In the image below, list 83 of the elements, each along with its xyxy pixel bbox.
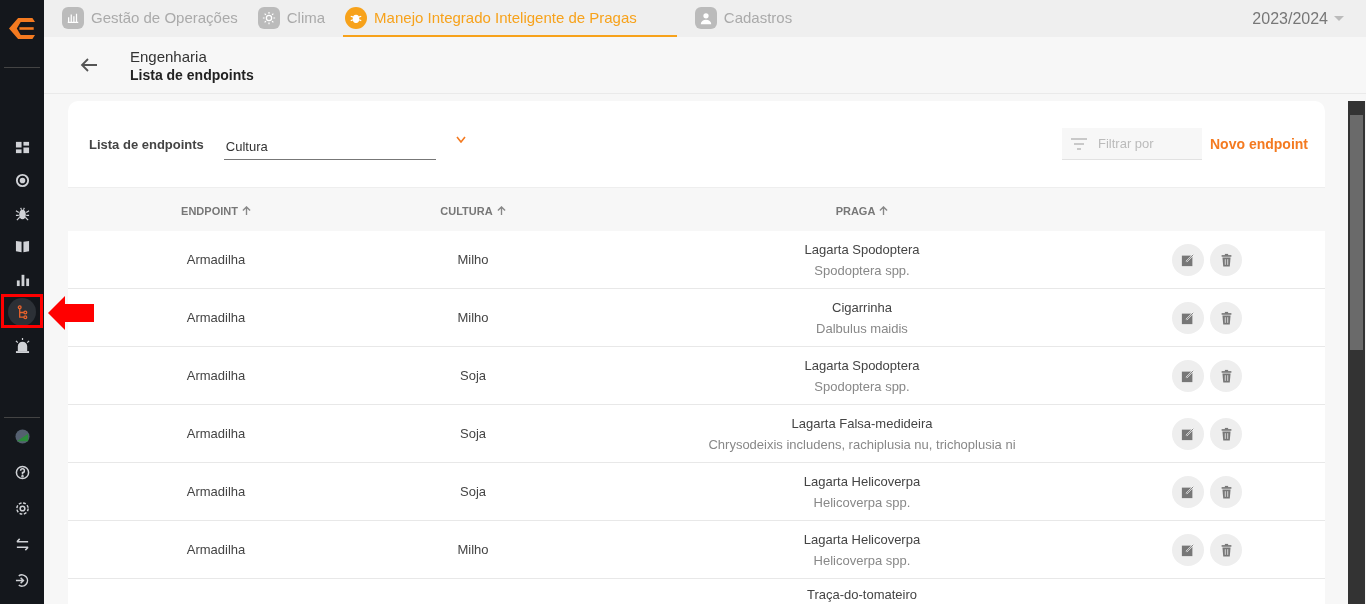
table-cell: Soja bbox=[460, 484, 486, 499]
table-cell: Armadilha bbox=[186, 368, 246, 383]
highlight-frame bbox=[1, 294, 43, 328]
dashboard-icon bbox=[14, 139, 30, 155]
edit-button[interactable] bbox=[1172, 475, 1204, 508]
table-cell: Soja bbox=[460, 426, 486, 441]
pointer-arrow bbox=[48, 296, 94, 330]
table-cell: Soja bbox=[460, 368, 486, 383]
table-cell: Milho bbox=[457, 310, 489, 325]
edit-button[interactable] bbox=[1172, 533, 1204, 566]
culture-select[interactable]: Cultura bbox=[223, 132, 436, 160]
column-header[interactable]: ENDPOINT bbox=[181, 204, 251, 217]
delete-button[interactable] bbox=[1210, 533, 1242, 566]
alarm-icon bbox=[14, 337, 30, 353]
trash-icon bbox=[1219, 484, 1233, 499]
signal-icon bbox=[14, 172, 30, 188]
pest-name: Lagarta Spodoptera bbox=[804, 357, 920, 373]
trash-icon bbox=[1219, 542, 1233, 557]
pest-species: Dalbulus maidis bbox=[816, 320, 908, 336]
trash-icon bbox=[1219, 426, 1233, 441]
edit-icon bbox=[1181, 252, 1195, 267]
table-cell: Armadilha bbox=[186, 426, 246, 441]
book-icon bbox=[14, 238, 30, 254]
module-tab[interactable]: Clima bbox=[255, 0, 328, 37]
bug-icon bbox=[14, 205, 30, 221]
edit-button[interactable] bbox=[1172, 301, 1204, 334]
season-select[interactable]: 2023/2024 bbox=[1252, 0, 1344, 37]
delete-button[interactable] bbox=[1210, 243, 1242, 276]
filter-icon bbox=[1071, 138, 1087, 150]
table-cell: Milho bbox=[457, 542, 489, 557]
pest-name: Traça-do-tomateiro bbox=[806, 587, 918, 602]
pest-species: Helicoverpa spp. bbox=[813, 552, 911, 568]
module-tab[interactable]: Gestão de Operações bbox=[60, 0, 240, 37]
column-header[interactable]: PRAGA bbox=[835, 204, 889, 217]
weather-module-icon bbox=[257, 6, 280, 29]
edit-icon bbox=[1181, 368, 1195, 383]
pest-name: Lagarta Falsa-medideira bbox=[791, 415, 933, 431]
table-cell: Armadilha bbox=[186, 484, 246, 499]
edit-icon bbox=[1181, 484, 1195, 499]
caret-icon bbox=[1334, 15, 1344, 22]
edit-button[interactable] bbox=[1172, 359, 1204, 392]
breadcrumb-parent[interactable]: Engenharia bbox=[130, 47, 254, 65]
sort-up-icon bbox=[496, 206, 506, 215]
logo-icon bbox=[9, 18, 35, 39]
scrollbar[interactable] bbox=[1348, 101, 1365, 604]
table-cell: Milho bbox=[457, 252, 489, 267]
filter-field[interactable]: Filtrar por bbox=[1062, 128, 1202, 160]
pest-species: Chrysodeixis includens, rachiplusia nu, trichoplusia ni bbox=[708, 436, 1016, 452]
sort-up-icon bbox=[241, 206, 251, 215]
pest-name: Lagarta Helicoverpa bbox=[803, 531, 921, 547]
edit-icon bbox=[1181, 542, 1195, 557]
pest-name: Lagarta Spodoptera bbox=[804, 241, 920, 257]
pest-species: Spodoptera spp. bbox=[814, 378, 910, 394]
edit-button[interactable] bbox=[1172, 243, 1204, 276]
pests-module-icon bbox=[345, 6, 368, 29]
table-cell: Armadilha bbox=[186, 542, 246, 557]
pest-species: Spodoptera spp. bbox=[814, 262, 910, 278]
trash-icon bbox=[1219, 310, 1233, 325]
edit-icon bbox=[1181, 426, 1195, 441]
module-tab[interactable]: Cadastros bbox=[692, 0, 795, 37]
page-title: Lista de endpoints bbox=[130, 66, 254, 83]
list-label: Lista de endpoints bbox=[89, 136, 204, 152]
delete-button[interactable] bbox=[1210, 475, 1242, 508]
back-arrow-icon[interactable] bbox=[80, 57, 98, 73]
chevron-down-icon[interactable] bbox=[455, 135, 466, 143]
pest-name: Cigarrinha bbox=[832, 299, 892, 315]
table-cell: Armadilha bbox=[186, 310, 246, 325]
edit-button[interactable] bbox=[1172, 417, 1204, 450]
delete-button[interactable] bbox=[1210, 359, 1242, 392]
edit-icon bbox=[1181, 310, 1195, 325]
trash-icon bbox=[1219, 252, 1233, 267]
trash-icon bbox=[1219, 368, 1233, 383]
new-endpoint-button[interactable]: Novo endpoint bbox=[1210, 132, 1308, 156]
column-header[interactable]: CULTURA bbox=[440, 204, 506, 217]
delete-button[interactable] bbox=[1210, 301, 1242, 334]
table-cell: Armadilha bbox=[186, 252, 246, 267]
registry-module-icon bbox=[694, 6, 717, 29]
pest-name: Lagarta Helicoverpa bbox=[803, 473, 921, 489]
pest-species: Helicoverpa spp. bbox=[813, 494, 911, 510]
operations-module-icon bbox=[62, 6, 84, 29]
delete-button[interactable] bbox=[1210, 417, 1242, 450]
sort-up-icon bbox=[879, 206, 889, 215]
tree-nav-item[interactable] bbox=[8, 298, 36, 326]
